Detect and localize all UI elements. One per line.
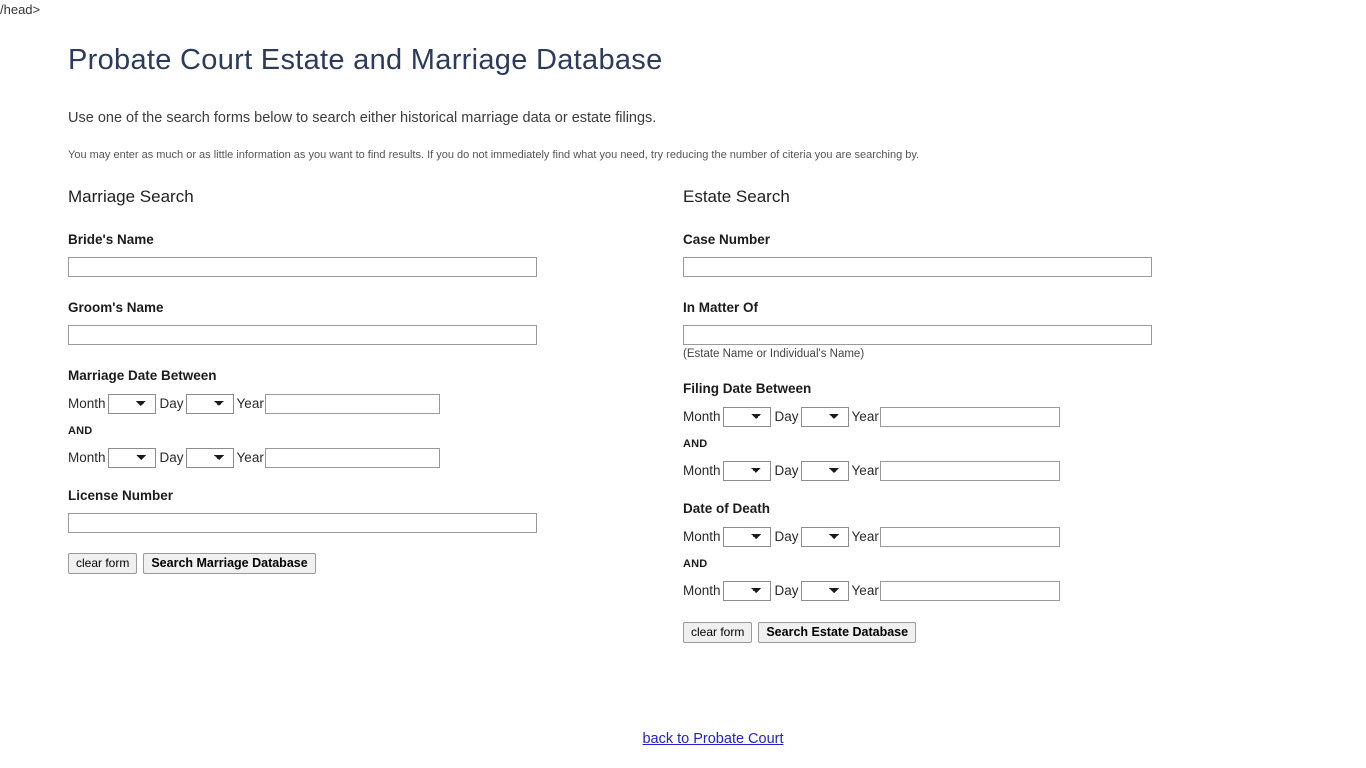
date-of-death-label: Date of Death	[683, 501, 771, 516]
death-to-year-label: Year	[851, 583, 879, 598]
page-title: Probate Court Estate and Marriage Databa…	[68, 44, 663, 76]
filing-from-day-label: Day	[774, 409, 799, 424]
death-from-year-label: Year	[851, 529, 879, 544]
subnote-text: You may enter as much or as little infor…	[68, 149, 920, 161]
filing-from-month-label: Month	[683, 409, 721, 424]
death-to-day-select[interactable]: 1234567891011121314151617181920212223242…	[800, 581, 849, 601]
filing-date-from-row: Month 123456789101112 Day 12345678910111…	[683, 406, 1303, 428]
filing-to-month-select[interactable]: 123456789101112	[722, 461, 771, 481]
marriage-from-day-label: Day	[159, 396, 184, 411]
search-estate-database-button[interactable]: Search Estate Database	[758, 622, 917, 643]
death-from-day-label: Day	[774, 529, 799, 544]
marriage-to-month-label: Month	[68, 450, 106, 465]
death-to-year-input[interactable]	[879, 581, 1060, 601]
marriage-to-day-select[interactable]: 1234567891011121314151617181920212223242…	[185, 448, 234, 468]
death-date-from-row: Month 123456789101112 Day 12345678910111…	[683, 526, 1303, 548]
marriage-from-month-label: Month	[68, 396, 106, 411]
intro-text: Use one of the search forms below to sea…	[68, 110, 657, 126]
filing-from-year-label: Year	[851, 409, 879, 424]
footer: back to Probate Court	[68, 730, 1358, 748]
estate-button-row: clear form Search Estate Database	[683, 622, 1303, 643]
death-date-and-label: AND	[683, 558, 708, 570]
back-to-probate-court-link[interactable]: back to Probate Court	[642, 731, 783, 747]
filing-to-day-select[interactable]: 1234567891011121314151617181920212223242…	[800, 461, 849, 481]
marriage-to-year-input[interactable]	[264, 448, 440, 468]
brides-name-input[interactable]	[68, 257, 537, 277]
marriage-to-year-label: Year	[236, 450, 264, 465]
estate-section-title: Estate Search	[683, 187, 790, 206]
case-number-label: Case Number	[683, 232, 771, 247]
filing-to-day-label: Day	[774, 463, 799, 478]
marriage-to-day-label: Day	[159, 450, 184, 465]
death-to-day-label: Day	[774, 583, 799, 598]
estate-clear-form-button[interactable]: clear form	[683, 622, 753, 643]
marriage-section-title: Marriage Search	[68, 187, 194, 206]
grooms-name-label: Groom's Name	[68, 300, 164, 315]
grooms-name-input[interactable]	[68, 325, 537, 345]
stray-markup-text: /head>	[0, 2, 41, 17]
marriage-date-from-row: Month 123456789101112 Day 12345678910111…	[68, 393, 668, 415]
estate-search-form: Estate Search Case Number In Matter Of (…	[683, 185, 1303, 643]
in-matter-of-hint: (Estate Name or Individual's Name)	[683, 348, 865, 360]
search-marriage-database-button[interactable]: Search Marriage Database	[143, 553, 316, 574]
death-from-year-input[interactable]	[879, 527, 1060, 547]
death-from-month-label: Month	[683, 529, 721, 544]
death-to-month-label: Month	[683, 583, 721, 598]
license-number-input[interactable]	[68, 513, 537, 533]
death-date-to-row: Month 123456789101112 Day 12345678910111…	[683, 580, 1303, 602]
filing-from-year-input[interactable]	[879, 407, 1060, 427]
death-to-month-select[interactable]: 123456789101112	[722, 581, 771, 601]
marriage-button-row: clear form Search Marriage Database	[68, 553, 668, 574]
in-matter-of-input[interactable]	[683, 325, 1152, 345]
filing-to-year-label: Year	[851, 463, 879, 478]
marriage-search-form: Marriage Search Bride's Name Groom's Nam…	[68, 185, 668, 574]
filing-date-between-label: Filing Date Between	[683, 381, 812, 396]
marriage-clear-form-button[interactable]: clear form	[68, 553, 138, 574]
filing-date-and-label: AND	[683, 438, 708, 450]
marriage-from-year-input[interactable]	[264, 394, 440, 414]
page-container: Probate Court Estate and Marriage Databa…	[68, 40, 1358, 747]
marriage-date-and-label: AND	[68, 425, 93, 437]
filing-from-day-select[interactable]: 1234567891011121314151617181920212223242…	[800, 407, 849, 427]
marriage-to-month-select[interactable]: 123456789101112	[107, 448, 156, 468]
case-number-input[interactable]	[683, 257, 1152, 277]
filing-from-month-select[interactable]: 123456789101112	[722, 407, 771, 427]
death-from-month-select[interactable]: 123456789101112	[722, 527, 771, 547]
filing-to-month-label: Month	[683, 463, 721, 478]
in-matter-of-label: In Matter Of	[683, 300, 759, 315]
marriage-date-between-label: Marriage Date Between	[68, 368, 217, 383]
brides-name-label: Bride's Name	[68, 232, 154, 247]
marriage-from-month-select[interactable]: 123456789101112	[107, 394, 156, 414]
filing-to-year-input[interactable]	[879, 461, 1060, 481]
marriage-from-year-label: Year	[236, 396, 264, 411]
death-from-day-select[interactable]: 1234567891011121314151617181920212223242…	[800, 527, 849, 547]
marriage-date-to-row: Month 123456789101112 Day 12345678910111…	[68, 447, 668, 469]
filing-date-to-row: Month 123456789101112 Day 12345678910111…	[683, 460, 1303, 482]
license-number-label: License Number	[68, 488, 174, 503]
marriage-from-day-select[interactable]: 1234567891011121314151617181920212223242…	[185, 394, 234, 414]
